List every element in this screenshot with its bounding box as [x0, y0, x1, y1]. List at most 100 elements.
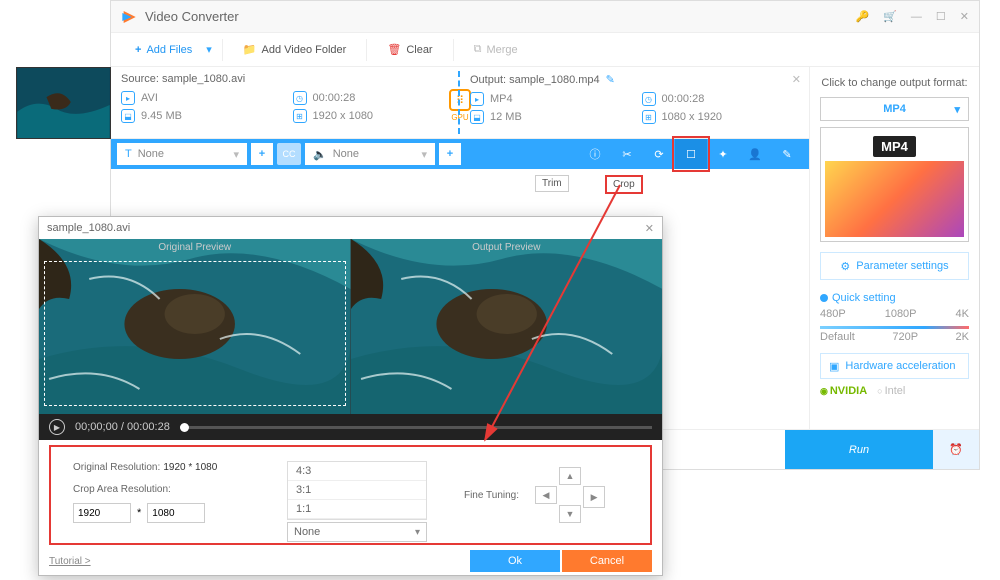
seek-knob[interactable]: [180, 423, 189, 432]
crop-selection[interactable]: [44, 261, 346, 406]
add-folder-label: Add Video Folder: [262, 44, 347, 56]
output-column: ✕ Output: sample_1080.mp4✎ ▸MP4 ◷00:00:2…: [460, 67, 809, 138]
speaker-icon: 🔈: [313, 148, 327, 161]
schedule-button[interactable]: ⏰: [933, 430, 979, 469]
hardware-accel-button[interactable]: ▣ Hardware acceleration: [820, 353, 969, 379]
video-thumbnail[interactable]: [16, 67, 111, 139]
nudge-left-button[interactable]: ◀: [535, 486, 557, 504]
cancel-button[interactable]: Cancel: [562, 550, 652, 572]
size-icon: ⬓: [121, 109, 135, 123]
source-title: Source: sample_1080.avi: [121, 73, 450, 85]
resolution-icon: ⊞: [293, 109, 307, 123]
app-logo-icon: [121, 9, 137, 25]
nudge-down-button[interactable]: ▼: [559, 505, 581, 523]
separator: [366, 39, 367, 61]
ratio-option[interactable]: 3:1: [288, 481, 426, 500]
file-row: Source: sample_1080.avi ▸ AVI ◷ 00:00:28 ⬓…: [111, 67, 809, 139]
quick-setting-label: Quick setting: [820, 292, 969, 304]
clear-button[interactable]: 🗑 Clear: [377, 39, 442, 60]
dialog-close-button[interactable]: ✕: [645, 222, 654, 235]
crop-dialog: sample_1080.avi ✕ Original Preview Output…: [38, 216, 663, 576]
ratio-option[interactable]: 4:3: [288, 462, 426, 481]
plus-icon: +: [135, 44, 141, 56]
ok-button[interactable]: Ok: [470, 550, 560, 572]
clock-icon: ◷: [293, 91, 307, 105]
output-preview: Output Preview: [351, 239, 663, 414]
key-icon[interactable]: 🔑: [856, 10, 870, 23]
preview-row: Original Preview Output Preview: [39, 239, 662, 414]
separator: [222, 39, 223, 61]
edit-output-icon[interactable]: ✎: [606, 74, 615, 86]
chevron-down-icon[interactable]: ▾: [206, 43, 212, 56]
watermark-button[interactable]: 👤: [739, 139, 771, 169]
main-toolbar: +Add Files ▾ 📁Add Video Folder 🗑Clear ⧉M…: [111, 33, 979, 67]
crop-controls: Original Resolution: 1920 * 1080 Crop Ar…: [49, 445, 652, 545]
param-label: Parameter settings: [856, 260, 948, 272]
rotate-button[interactable]: ⟳: [643, 139, 675, 169]
quality-ticks-top: 480P1080P4K: [820, 308, 969, 320]
intel-badge: ○ Intel: [877, 385, 905, 397]
add-audio-button[interactable]: +: [439, 143, 461, 165]
crop-width-input[interactable]: [73, 503, 131, 523]
options-bar: TNone▾ + CC 🔈None▾ + ⓘ ✂ ⟳ ☐ ✦ 👤 ✎: [111, 139, 809, 169]
maximize-button[interactable]: ☐: [936, 10, 946, 23]
out-size: 12 MB: [490, 111, 522, 123]
ratio-select-value: None: [294, 526, 320, 538]
seek-slider[interactable]: [180, 426, 652, 429]
minimize-button[interactable]: —: [911, 11, 922, 23]
ratio-select[interactable]: None: [287, 522, 427, 542]
clear-label: Clear: [406, 44, 432, 56]
sliders-icon: ⚙: [840, 260, 850, 273]
crop-button[interactable]: ☐: [675, 139, 707, 169]
audio-select[interactable]: 🔈None▾: [305, 143, 435, 165]
parameter-settings-button[interactable]: ⚙ Parameter settings: [820, 252, 969, 280]
play-button[interactable]: ▶: [49, 419, 65, 435]
ratio-list[interactable]: 4:3 3:1 1:1: [287, 461, 427, 520]
folder-icon: 📁: [243, 43, 257, 56]
fine-tuning-label: Fine Tuning:: [464, 490, 519, 501]
trim-button[interactable]: ✂: [611, 139, 643, 169]
format-icon: ▸: [470, 92, 484, 106]
resolution-column: Original Resolution: 1920 * 1080 Crop Ar…: [73, 461, 273, 529]
hw-label: Hardware acceleration: [845, 360, 955, 372]
trim-tooltip: Trim: [535, 175, 569, 192]
src-format: AVI: [141, 92, 158, 104]
clock-icon: ◷: [642, 92, 656, 106]
separator: [453, 39, 454, 61]
cart-icon[interactable]: 🛒: [883, 10, 897, 23]
add-subtitle-button[interactable]: +: [251, 143, 273, 165]
info-button[interactable]: ⓘ: [579, 139, 611, 169]
add-files-button[interactable]: +Add Files: [125, 40, 202, 60]
out-resolution: 1080 x 1920: [662, 111, 723, 123]
dialog-title: sample_1080.avi: [47, 222, 130, 234]
chip-icon: ▣: [829, 360, 839, 373]
merge-icon: ⧉: [474, 43, 482, 56]
original-preview[interactable]: Original Preview: [39, 239, 351, 414]
subtitle-icon: T: [125, 148, 132, 160]
run-button[interactable]: Run: [785, 430, 933, 469]
subtitle-select[interactable]: TNone▾: [117, 143, 247, 165]
edit-button[interactable]: ✎: [771, 139, 803, 169]
source-column: Source: sample_1080.avi ▸AVI ◷00:00:28 ⬓…: [111, 67, 460, 138]
quality-slider[interactable]: [820, 326, 969, 329]
orig-res-value: 1920 * 1080: [163, 462, 217, 473]
add-folder-button[interactable]: 📁 Add Video Folder: [233, 39, 357, 60]
nvidia-badge: ◉ NVIDIA: [820, 385, 867, 397]
ratio-option[interactable]: 1:1: [288, 500, 426, 519]
src-resolution: 1920 x 1080: [313, 110, 374, 122]
cc-button[interactable]: CC: [277, 143, 301, 165]
format-select[interactable]: MP4: [820, 97, 969, 121]
nudge-right-button[interactable]: ▶: [583, 486, 605, 508]
trash-icon: 🗑: [387, 43, 401, 56]
crop-height-input[interactable]: [147, 503, 205, 523]
format-card[interactable]: MP4: [820, 127, 969, 242]
format-preview-image: [825, 161, 964, 237]
tutorial-link[interactable]: Tutorial >: [49, 556, 91, 567]
nudge-up-button[interactable]: ▲: [559, 467, 581, 485]
effects-button[interactable]: ✦: [707, 139, 739, 169]
subtitle-value: None: [138, 148, 164, 160]
close-button[interactable]: ✕: [960, 10, 969, 23]
remove-file-button[interactable]: ✕: [792, 73, 801, 86]
hw-vendors: ◉ NVIDIA ○ Intel: [820, 385, 969, 397]
out-duration: 00:00:28: [662, 93, 705, 105]
